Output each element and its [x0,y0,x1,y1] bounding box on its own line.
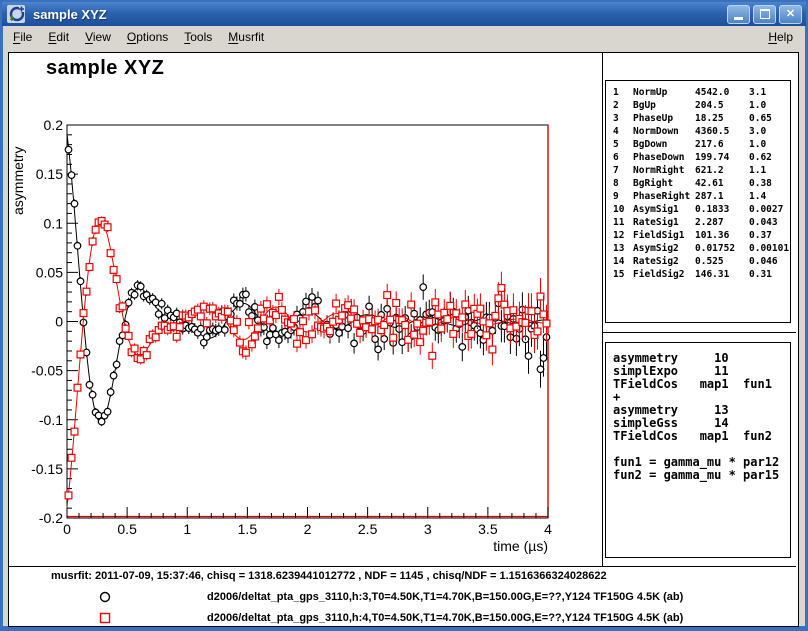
svg-text:0.2: 0.2 [44,117,64,133]
param-row: 5BgDown217.61.0 [613,138,790,151]
svg-text:1.5: 1.5 [238,521,258,537]
minimize-icon [734,17,743,20]
fit-status-line: musrfit: 2011-07-09, 15:37:46, chisq = 1… [51,570,607,582]
root-canvas[interactable]: sample XYZ 0 0.5 1 1.5 2 2.5 3 3.5 4 0.2 0.15 0.1 0.0… [8,52,799,627]
menu-tools[interactable]: Tools [178,27,218,47]
svg-text:sample XYZ: sample XYZ [46,57,164,79]
maximize-button[interactable] [753,5,776,24]
param-row: 14RateSig20.5250.046 [613,255,790,268]
param-row: 3PhaseUp18.250.65 [613,112,790,125]
legend-row: d2006/deltat_pta_gps_3110,h:3,T0=4.50K,T… [9,589,789,605]
param-row: 8BgRight42.610.38 [613,177,790,190]
parameter-box: 1NormUp4542.03.12BgUp204.51.03PhaseUp18.… [605,80,791,323]
titlebar[interactable]: sample XYZ ✕ [2,2,806,26]
svg-text:4: 4 [544,521,552,537]
app-icon [6,4,26,24]
param-row: 7NormRight621.21.1 [613,164,790,177]
param-row: 13AsymSig20.017520.00101 [613,242,790,255]
menu-help[interactable]: Help [762,27,799,47]
param-row: 10AsymSig10.18330.0027 [613,203,790,216]
svg-text:1: 1 [183,521,191,537]
asymmetry-plot[interactable]: sample XYZ 0 0.5 1 1.5 2 2.5 3 3.5 4 0.2 0.15 0.1 0.0… [9,53,601,567]
svg-text:-0.1: -0.1 [39,412,63,428]
menu-options[interactable]: Options [121,27,174,47]
legend-row: d2006/deltat_pta_gps_3110,h:4,T0=4.50K,T… [9,610,789,626]
svg-text:-0.05: -0.05 [31,363,63,379]
right-pad-divider [602,332,796,333]
info-pad: musrfit: 2011-07-09, 15:37:46, chisq = 1… [9,567,796,626]
menu-view[interactable]: View [79,27,117,47]
svg-text:3: 3 [424,521,432,537]
legend-square-icon [97,610,113,631]
legend-run-text: d2006/deltat_pta_gps_3110,h:4,T0=4.50K,T… [207,612,683,624]
window-controls: ✕ [727,5,802,24]
svg-text:-0.15: -0.15 [31,461,63,477]
param-row: 6PhaseDown199.740.62 [613,151,790,164]
menu-file[interactable]: File [7,27,38,47]
svg-text:0.5: 0.5 [117,521,137,537]
series-square [65,216,550,507]
close-icon: ✕ [786,9,795,20]
menu-right: Help [758,27,799,47]
param-row: 9PhaseRight287.11.4 [613,190,790,203]
svg-text:0: 0 [55,314,63,330]
maximize-icon [760,9,770,19]
svg-text:-0.2: -0.2 [39,510,63,526]
legend-circle-icon [97,589,113,610]
menubar: FileEditViewOptionsToolsMusrfit Help [3,26,805,48]
svg-text:2.5: 2.5 [358,521,378,537]
param-row: 2BgUp204.51.0 [613,99,790,112]
svg-text:2: 2 [304,521,312,537]
minimize-button[interactable] [727,5,750,24]
close-button[interactable]: ✕ [779,5,802,24]
legend-run-text: d2006/deltat_pta_gps_3110,h:3,T0=4.50K,T… [207,591,683,603]
param-row: 1NormUp4542.03.1 [613,86,790,99]
pad-divider-vertical [602,53,603,566]
window-title: sample XYZ [33,7,727,22]
svg-text:0.1: 0.1 [44,215,64,231]
svg-text:time (µs): time (µs) [493,538,548,554]
svg-text:asymmetry: asymmetry [10,147,26,215]
param-row: 15FieldSig2146.310.31 [613,268,790,281]
theory-box: asymmetry 10 simplExpo 11 TFieldCos map1… [605,342,791,558]
menu-edit[interactable]: Edit [42,27,75,47]
svg-text:0: 0 [63,521,71,537]
svg-text:3.5: 3.5 [478,521,498,537]
param-row: 4NormDown4360.53.0 [613,125,790,138]
svg-text:0.05: 0.05 [36,264,63,280]
theory-lines: asymmetry 10 simplExpo 11 TFieldCos map1… [613,352,790,482]
menu-left: FileEditViewOptionsToolsMusrfit [3,27,270,47]
param-row: 12FieldSig1101.360.37 [613,229,790,242]
series-circle [65,134,550,426]
param-row: 11RateSig12.2870.043 [613,216,790,229]
menu-musrfit[interactable]: Musrfit [222,27,270,47]
svg-text:0.15: 0.15 [36,166,63,182]
